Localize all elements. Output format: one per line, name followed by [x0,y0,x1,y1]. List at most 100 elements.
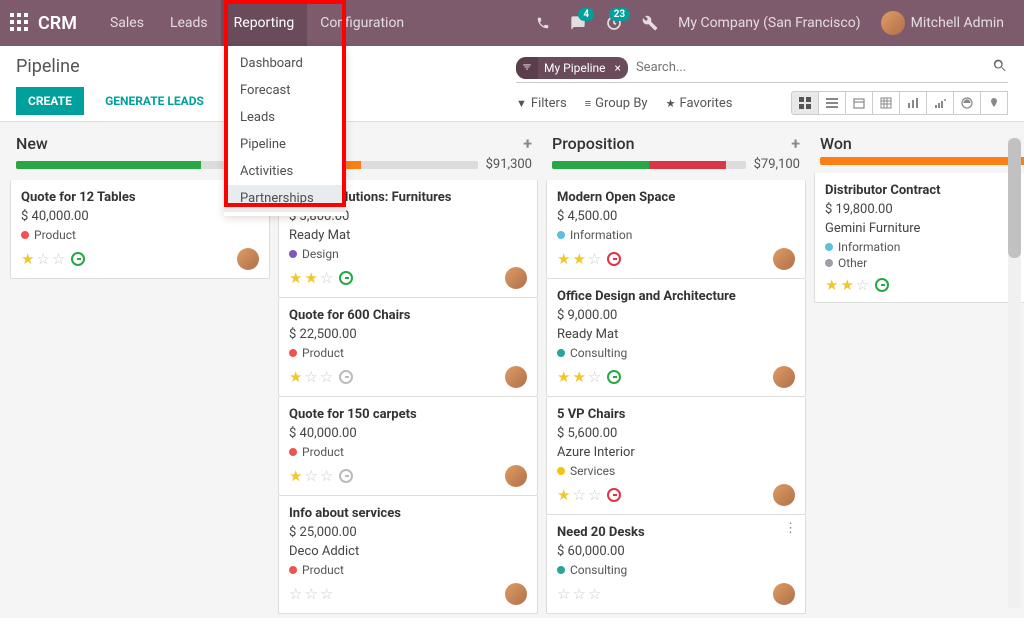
star-icon[interactable]: ☆ [588,250,601,268]
star-icon[interactable]: ★ [572,250,585,268]
filters-button[interactable]: ▼Filters [516,96,567,111]
card-priority[interactable]: ☆☆☆ [289,585,333,603]
card-priority[interactable]: ★☆☆ [289,368,333,386]
star-icon[interactable]: ☆ [320,585,333,603]
activity-clock-icon[interactable] [607,252,621,266]
brand-title[interactable]: CRM [38,13,77,34]
nav-configuration[interactable]: Configuration [307,0,417,46]
kanban-card[interactable]: Quote for 600 Chairs $ 22,500.00 Product… [278,298,538,397]
column-title[interactable]: New [16,134,255,153]
kanban-card[interactable]: Office Design and Architecture $ 9,000.0… [546,279,806,397]
star-icon[interactable]: ☆ [289,585,302,603]
star-icon[interactable]: ☆ [320,368,333,386]
kanban-card[interactable]: 5 VP Chairs $ 5,600.00 Azure Interior Se… [546,397,806,515]
star-icon[interactable]: ☆ [304,467,317,485]
card-avatar-icon[interactable] [773,366,795,388]
card-priority[interactable]: ★☆☆ [557,486,601,504]
view-graph-icon[interactable] [899,91,927,115]
messages-icon[interactable]: 4 [570,15,586,31]
view-calendar-icon[interactable] [845,91,873,115]
view-cohort-icon[interactable] [926,91,954,115]
nav-sales[interactable]: Sales [97,0,157,46]
dropdown-leads[interactable]: Leads [224,104,346,131]
column-title[interactable]: Won [820,134,1024,153]
dropdown-dashboard[interactable]: Dashboard [224,50,346,77]
star-icon[interactable]: ☆ [572,585,585,603]
card-avatar-icon[interactable] [505,267,527,289]
column-progress-bar[interactable] [16,161,234,169]
star-icon[interactable]: ☆ [52,250,65,268]
company-switcher[interactable]: My Company (San Francisco) [678,15,860,31]
star-icon[interactable]: ★ [21,250,34,268]
star-icon[interactable]: ★ [289,269,302,287]
column-add-icon[interactable]: + [523,134,532,153]
activity-clock-icon[interactable] [875,278,889,292]
kanban-card[interactable]: Quote for 150 carpets $ 40,000.00 Produc… [278,397,538,496]
create-button[interactable]: CREATE [16,87,84,115]
kanban-card[interactable]: ⋮ Need 20 Desks $ 60,000.00 Consulting ☆… [546,515,806,614]
debug-icon[interactable] [642,15,658,31]
star-icon[interactable]: ★ [840,276,853,294]
generate-leads-button[interactable]: GENERATE LEADS [95,87,214,115]
star-icon[interactable]: ☆ [588,486,601,504]
star-icon[interactable]: ★ [557,486,570,504]
column-progress-bar[interactable] [552,161,746,169]
activity-clock-icon[interactable] [339,370,353,384]
star-icon[interactable]: ☆ [572,486,585,504]
kanban-card[interactable]: Modern Open Space $ 4,500.00 Information… [546,180,806,279]
kanban-card[interactable]: Distributor Contract $ 19,800.00 Gemini … [814,173,1024,303]
column-title[interactable]: Proposition [552,134,791,153]
apps-icon[interactable] [10,13,30,33]
card-priority[interactable]: ★★☆ [557,250,601,268]
star-icon[interactable]: ☆ [36,250,49,268]
dropdown-partnerships[interactable]: Partnerships [224,185,346,212]
star-icon[interactable]: ★ [289,467,302,485]
star-icon[interactable]: ☆ [304,585,317,603]
kanban-card[interactable]: Info about services $ 25,000.00 Deco Add… [278,496,538,614]
star-icon[interactable]: ★ [304,269,317,287]
card-priority[interactable]: ★★☆ [289,269,333,287]
card-priority[interactable]: ☆☆☆ [557,585,601,603]
activity-clock-icon[interactable] [339,469,353,483]
groupby-button[interactable]: ≡Group By [585,96,648,111]
activities-icon[interactable]: 23 [606,15,622,31]
phone-icon[interactable] [536,16,550,30]
view-kanban-icon[interactable] [791,91,819,115]
activity-clock-icon[interactable] [339,271,353,285]
view-map-icon[interactable] [980,91,1008,115]
star-icon[interactable]: ★ [289,368,302,386]
activity-clock-icon[interactable] [607,370,621,384]
card-menu-icon[interactable]: ⋮ [784,521,797,536]
star-icon[interactable]: ☆ [304,368,317,386]
user-menu[interactable]: Mitchell Admin [881,11,1004,35]
card-priority[interactable]: ★☆☆ [289,467,333,485]
star-icon[interactable]: ☆ [588,368,601,386]
star-icon[interactable]: ★ [825,276,838,294]
nav-leads[interactable]: Leads [157,0,221,46]
star-icon[interactable]: ☆ [320,269,333,287]
view-list-icon[interactable] [818,91,846,115]
favorites-button[interactable]: ★Favorites [666,96,733,111]
nav-reporting[interactable]: Reporting [221,0,308,46]
star-icon[interactable]: ☆ [557,585,570,603]
card-avatar-icon[interactable] [773,583,795,605]
star-icon[interactable]: ☆ [588,585,601,603]
search-facet[interactable]: My Pipeline × [516,57,628,79]
column-progress-bar[interactable] [820,157,1024,165]
card-avatar-icon[interactable] [505,583,527,605]
search-input[interactable] [628,56,992,79]
view-dashboard-icon[interactable] [953,91,981,115]
star-icon[interactable]: ☆ [320,467,333,485]
dropdown-activities[interactable]: Activities [224,158,346,185]
dropdown-pipeline[interactable]: Pipeline [224,131,346,158]
activity-clock-icon[interactable] [607,488,621,502]
star-icon[interactable]: ★ [572,368,585,386]
star-icon[interactable]: ★ [557,368,570,386]
card-avatar-icon[interactable] [773,248,795,270]
star-icon[interactable]: ★ [557,250,570,268]
activity-clock-icon[interactable] [71,252,85,266]
card-priority[interactable]: ★☆☆ [21,250,65,268]
card-avatar-icon[interactable] [505,366,527,388]
star-icon[interactable]: ☆ [856,276,869,294]
dropdown-forecast[interactable]: Forecast [224,77,346,104]
